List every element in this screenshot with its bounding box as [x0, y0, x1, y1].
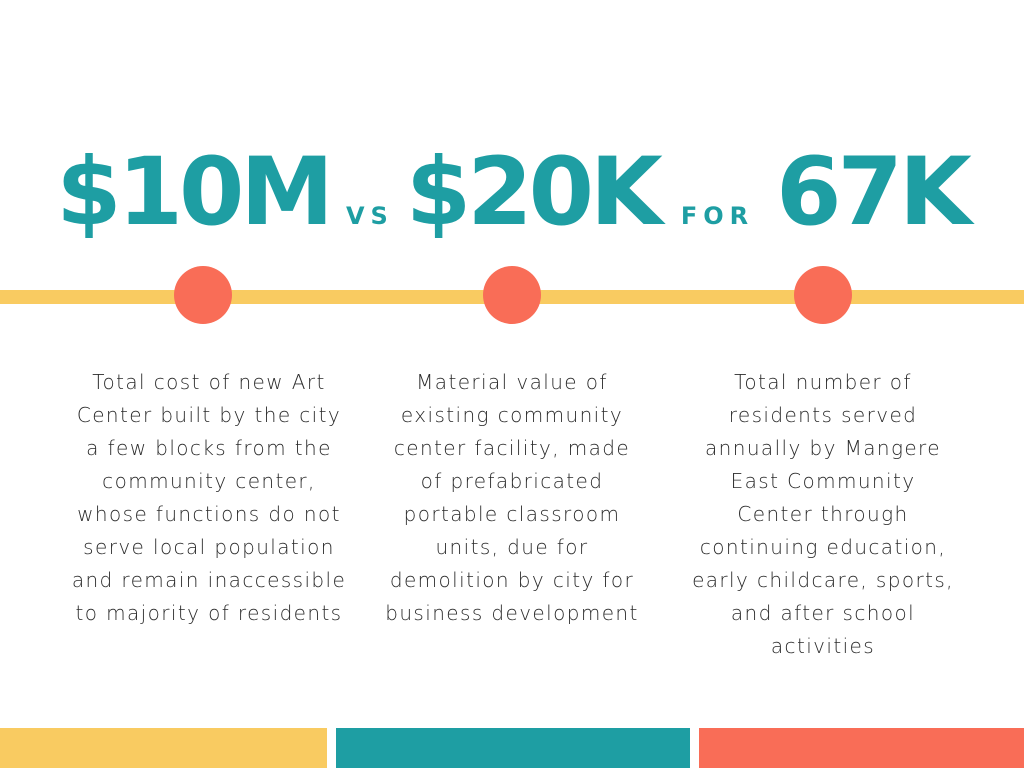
description-line: a few blocks from the	[86, 436, 332, 460]
description-residents-served: Total number of residents served annuall…	[674, 366, 972, 663]
timeline-dot-3	[794, 266, 852, 324]
description-line: demolition by city for	[389, 568, 635, 592]
description-line: residents served	[728, 403, 918, 427]
description-line: Total cost of new Art	[92, 370, 326, 394]
description-line: activities	[770, 634, 876, 658]
description-line: East Community	[730, 469, 916, 493]
description-line: serve local population	[83, 535, 335, 559]
footer-bar-coral	[699, 728, 1024, 768]
description-line: Center through	[737, 502, 909, 526]
description-line: portable classroom	[403, 502, 621, 526]
headline-vs: VS	[345, 202, 394, 230]
description-line: to majority of residents	[75, 601, 343, 625]
description-line: annually by Mangere	[705, 436, 941, 460]
description-line: existing community	[400, 403, 624, 427]
description-line: units, due for	[435, 535, 589, 559]
headline: $10M VS $20K FOR 67K	[0, 138, 1024, 248]
timeline-dot-2	[483, 266, 541, 324]
headline-amount-art-center: $10M	[56, 138, 334, 247]
description-line: business development	[385, 601, 639, 625]
description-line: Material value of	[416, 370, 608, 394]
description-line: center facility, made	[393, 436, 631, 460]
headline-amount-community-center: $20K	[405, 138, 663, 247]
description-line: community center,	[102, 469, 316, 493]
description-line: whose functions do not	[77, 502, 341, 526]
description-line: and remain inaccessible	[71, 568, 347, 592]
footer-bar-teal	[336, 728, 690, 768]
description-line: of prefabricated	[420, 469, 604, 493]
description-line: early childcare, sports,	[692, 568, 954, 592]
timeline-dot-1	[174, 266, 232, 324]
description-line: Total number of	[734, 370, 912, 394]
description-line: and after school	[730, 601, 916, 625]
description-line: Center built by the city	[76, 403, 342, 427]
description-community-center: Material value of existing community cen…	[368, 366, 656, 630]
description-art-center: Total cost of new Art Center built by th…	[56, 366, 362, 630]
headline-for: FOR	[680, 202, 755, 230]
headline-residents-count: 67K	[776, 138, 972, 247]
description-line: continuing education,	[699, 535, 947, 559]
footer-bar-yellow	[0, 728, 327, 768]
